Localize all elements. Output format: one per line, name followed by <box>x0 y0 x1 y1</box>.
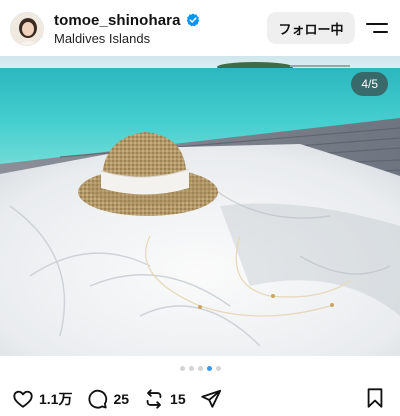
verified-badge-icon <box>186 13 199 27</box>
avatar[interactable] <box>10 12 44 46</box>
carousel-dot <box>197 366 203 371</box>
carousel-dot <box>188 366 194 371</box>
menu-icon[interactable] <box>366 19 388 37</box>
repost-count[interactable]: 15 <box>170 391 186 407</box>
repost-action[interactable]: 15 <box>143 388 186 410</box>
photo-scene <box>0 56 400 356</box>
like-count[interactable]: 1.1万 <box>39 389 72 409</box>
post-header: tomoe_shinohara Maldives Islands フォロー中 <box>0 0 400 56</box>
comment-count[interactable]: 25 <box>113 391 129 407</box>
user-info: tomoe_shinohara Maldives Islands <box>54 10 200 46</box>
like-action[interactable]: 1.1万 <box>12 388 72 410</box>
share-icon[interactable] <box>200 388 222 410</box>
carousel-indicator <box>0 366 400 371</box>
location-link[interactable]: Maldives Islands <box>54 31 200 46</box>
carousel-dot-active <box>206 366 212 371</box>
repost-icon[interactable] <box>143 388 165 410</box>
carousel-dot <box>179 366 185 371</box>
bookmark-icon[interactable] <box>364 387 386 409</box>
post-image[interactable]: 4/5 <box>0 56 400 356</box>
heart-icon[interactable] <box>12 388 34 410</box>
image-counter: 4/5 <box>351 72 388 96</box>
post-actions: 1.1万 25 15 <box>12 386 236 412</box>
carousel-dot <box>215 366 221 371</box>
share-action[interactable] <box>200 388 222 410</box>
comment-action[interactable]: 25 <box>86 388 129 410</box>
following-button[interactable]: フォロー中 <box>267 12 355 44</box>
comment-icon[interactable] <box>86 388 108 410</box>
username[interactable]: tomoe_shinohara <box>54 12 181 29</box>
